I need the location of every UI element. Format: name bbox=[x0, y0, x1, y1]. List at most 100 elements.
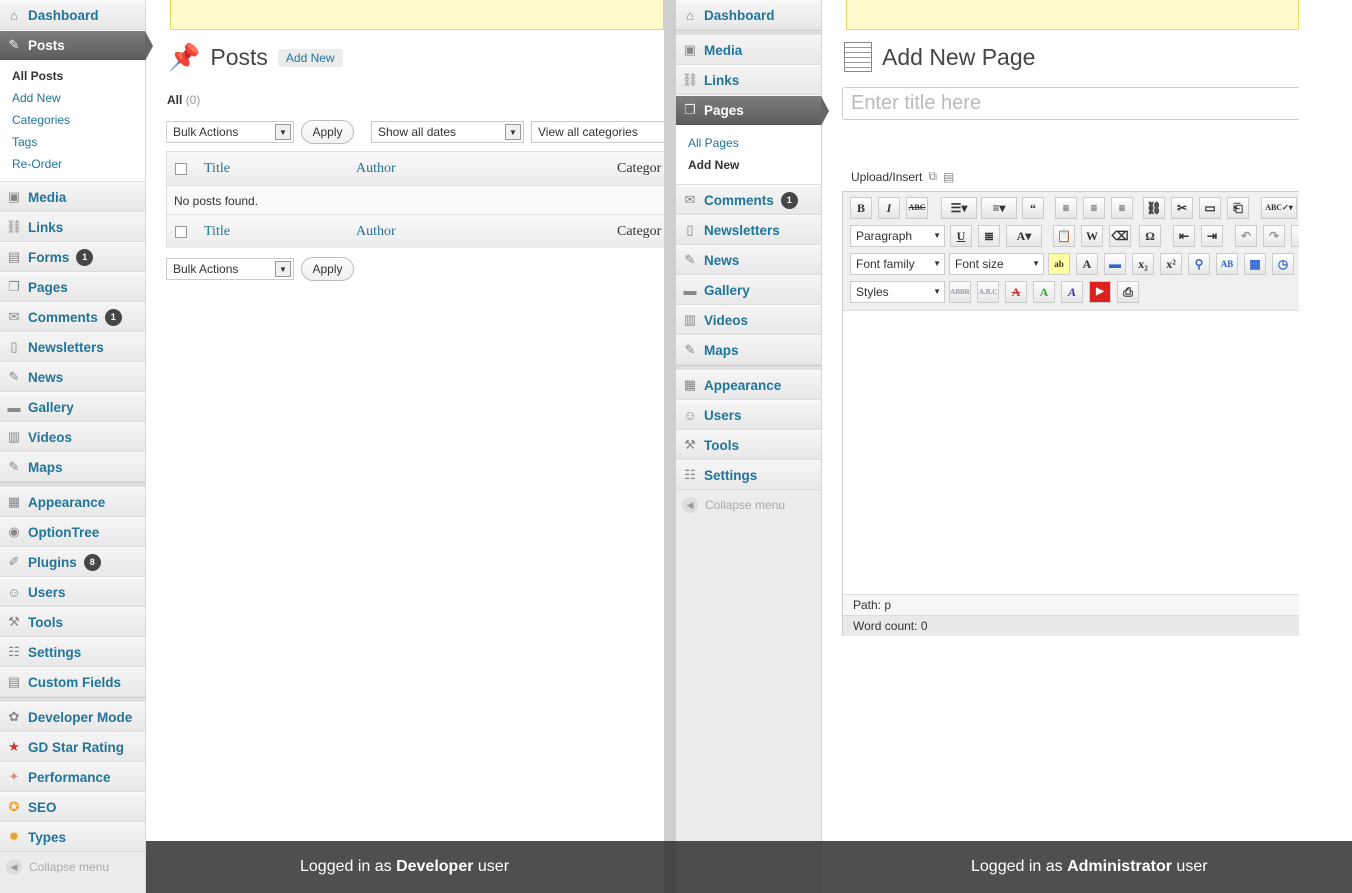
video-icon[interactable]: ▶ bbox=[1089, 281, 1111, 303]
menu-item-seo[interactable]: ✪ SEO bbox=[0, 792, 145, 822]
delete-text-icon[interactable]: A bbox=[1005, 281, 1027, 303]
redo-icon[interactable]: ↷ bbox=[1263, 225, 1285, 247]
text-color-button[interactable]: A▾ bbox=[1006, 225, 1042, 247]
underline-button[interactable]: U bbox=[950, 225, 972, 247]
menu-item-maps[interactable]: ✎ Maps bbox=[676, 335, 821, 365]
add-form-icon[interactable]: ▤ bbox=[943, 170, 954, 184]
menu-item-newsletters[interactable]: ▯ Newsletters bbox=[0, 332, 145, 362]
menu-item-news[interactable]: ✎ News bbox=[0, 362, 145, 392]
font-a-icon[interactable]: A bbox=[1076, 253, 1098, 275]
menu-item-tools[interactable]: ⚒ Tools bbox=[676, 430, 821, 460]
date-icon[interactable]: ▦ bbox=[1244, 253, 1266, 275]
align-left-button[interactable]: ≡ bbox=[1055, 197, 1077, 219]
menu-item-posts[interactable]: ✎ Posts bbox=[0, 30, 153, 61]
menu-item-users[interactable]: ☺ Users bbox=[0, 577, 145, 607]
italic-button[interactable]: I bbox=[878, 197, 900, 219]
menu-item-plugins[interactable]: ✐ Plugins 8 bbox=[0, 547, 145, 577]
unlink-icon[interactable]: ✂ bbox=[1171, 197, 1193, 219]
column-author[interactable]: Author bbox=[356, 224, 396, 240]
paste-text-icon[interactable]: 📋 bbox=[1053, 225, 1075, 247]
insert-text-icon[interactable]: A bbox=[1033, 281, 1055, 303]
collapse-menu[interactable]: ◀ Collapse menu bbox=[676, 490, 821, 520]
styles-select[interactable]: Styles ▼ bbox=[850, 281, 945, 303]
submenu-item-re-order[interactable]: Re-Order bbox=[12, 153, 145, 175]
align-center-button[interactable]: ≡ bbox=[1083, 197, 1105, 219]
menu-item-pages[interactable]: ❐ Pages bbox=[676, 95, 829, 126]
menu-item-appearance[interactable]: ▦ Appearance bbox=[0, 487, 145, 517]
menu-item-videos[interactable]: ▥ Videos bbox=[676, 305, 821, 335]
replace-icon[interactable]: AB bbox=[1216, 253, 1238, 275]
numbered-list-button[interactable]: ≡▾ bbox=[981, 197, 1017, 219]
menu-item-maps[interactable]: ✎ Maps bbox=[0, 452, 145, 482]
bullet-list-button[interactable]: ☰▾ bbox=[941, 197, 977, 219]
format-select[interactable]: Paragraph ▼ bbox=[850, 225, 945, 247]
align-right-button[interactable]: ≡ bbox=[1111, 197, 1133, 219]
select-all-checkbox[interactable] bbox=[175, 162, 187, 175]
menu-item-newsletters[interactable]: ▯ Newsletters bbox=[676, 215, 821, 245]
menu-item-performance[interactable]: ✦ Performance bbox=[0, 762, 145, 792]
add-new-button[interactable]: Add New bbox=[277, 48, 343, 67]
bulk-actions-select-bottom[interactable]: Bulk Actions ▼ bbox=[166, 258, 294, 280]
submenu-item-all-posts[interactable]: All Posts bbox=[12, 65, 145, 87]
justify-button[interactable]: ≣ bbox=[978, 225, 1000, 247]
select-all-checkbox[interactable] bbox=[175, 225, 187, 238]
collapse-menu[interactable]: ◀ Collapse menu bbox=[0, 852, 145, 882]
menu-item-links[interactable]: ⛓ Links bbox=[0, 212, 145, 242]
abbr-icon[interactable]: ABBR bbox=[949, 281, 971, 303]
dates-select[interactable]: Show all dates ▼ bbox=[371, 121, 524, 143]
menu-item-media[interactable]: ▣ Media bbox=[676, 35, 821, 65]
menu-item-pages[interactable]: ❐ Pages bbox=[0, 272, 145, 302]
menu-item-forms[interactable]: ▤ Forms 1 bbox=[0, 242, 145, 272]
blockquote-button[interactable]: “ bbox=[1022, 197, 1044, 219]
subscript-button[interactable]: x₂ bbox=[1132, 253, 1154, 275]
submenu-item-add-new[interactable]: Add New bbox=[12, 87, 145, 109]
highlight-icon[interactable]: ab bbox=[1048, 253, 1070, 275]
menu-item-comments[interactable]: ✉ Comments 1 bbox=[676, 185, 821, 215]
more-tag-icon[interactable]: ▭ bbox=[1199, 197, 1221, 219]
add-media-icon[interactable]: ⧉ bbox=[928, 169, 937, 184]
outdent-icon[interactable]: ⇤ bbox=[1173, 225, 1195, 247]
menu-item-comments[interactable]: ✉ Comments 1 bbox=[0, 302, 145, 332]
apply-button-bottom[interactable]: Apply bbox=[301, 257, 354, 281]
menu-item-videos[interactable]: ▥ Videos bbox=[0, 422, 145, 452]
filter-all-link[interactable]: All bbox=[167, 93, 182, 107]
title-input[interactable]: Enter title here bbox=[842, 87, 1299, 120]
categories-select[interactable]: View all categories bbox=[531, 121, 664, 143]
paste-word-icon[interactable]: W bbox=[1081, 225, 1103, 247]
menu-item-media[interactable]: ▣ Media bbox=[0, 182, 145, 212]
bulk-actions-select[interactable]: Bulk Actions ▼ bbox=[166, 121, 294, 143]
hr-icon[interactable]: ▬ bbox=[1104, 253, 1126, 275]
menu-item-news[interactable]: ✎ News bbox=[676, 245, 821, 275]
cite-icon[interactable]: A bbox=[1061, 281, 1083, 303]
undo-icon[interactable]: ↶ bbox=[1235, 225, 1257, 247]
menu-item-users[interactable]: ☺ Users bbox=[676, 400, 821, 430]
apply-button[interactable]: Apply bbox=[301, 120, 354, 144]
menu-item-gallery[interactable]: ▬ Gallery bbox=[0, 392, 145, 422]
help-icon[interactable]: ? bbox=[1291, 225, 1299, 247]
menu-item-custom-fields[interactable]: ▤ Custom Fields bbox=[0, 667, 145, 697]
submenu-item-tags[interactable]: Tags bbox=[12, 131, 145, 153]
menu-item-optiontree[interactable]: ◉ OptionTree bbox=[0, 517, 145, 547]
bold-button[interactable]: B bbox=[850, 197, 872, 219]
eraser-icon[interactable]: ⌫ bbox=[1109, 225, 1131, 247]
column-title[interactable]: Title bbox=[204, 224, 230, 240]
menu-item-settings[interactable]: ☷ Settings bbox=[0, 637, 145, 667]
page-break-icon[interactable]: ⎗ bbox=[1227, 197, 1249, 219]
menu-item-links[interactable]: ⛓ Links bbox=[676, 65, 821, 95]
menu-item-dashboard[interactable]: ⌂ Dashboard bbox=[0, 0, 145, 30]
submenu-item-all-pages[interactable]: All Pages bbox=[688, 132, 821, 154]
menu-item-appearance[interactable]: ▦ Appearance bbox=[676, 370, 821, 400]
menu-item-gd-star-rating[interactable]: ★ GD Star Rating bbox=[0, 732, 145, 762]
column-author[interactable]: Author bbox=[356, 161, 396, 177]
superscript-button[interactable]: x² bbox=[1160, 253, 1182, 275]
search-icon[interactable]: ⚲ bbox=[1188, 253, 1210, 275]
link-icon[interactable]: ⛓ bbox=[1143, 197, 1165, 219]
strikethrough-button[interactable]: ABC bbox=[906, 197, 928, 219]
menu-item-types[interactable]: ✹ Types bbox=[0, 822, 145, 852]
column-title[interactable]: Title bbox=[204, 161, 230, 177]
font-family-select[interactable]: Font family ▼ bbox=[850, 253, 945, 275]
menu-item-dashboard[interactable]: ⌂ Dashboard bbox=[676, 0, 821, 30]
print-icon[interactable]: ⎙ bbox=[1117, 281, 1139, 303]
editor-body[interactable] bbox=[843, 310, 1299, 593]
submenu-item-add-new[interactable]: Add New bbox=[688, 154, 821, 176]
